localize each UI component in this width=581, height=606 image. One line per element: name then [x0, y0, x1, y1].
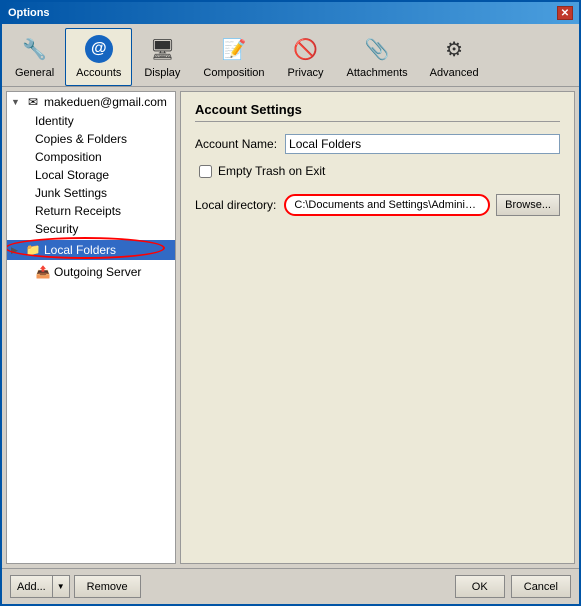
toolbar-composition[interactable]: 📝 Composition	[192, 28, 275, 86]
toolbar-privacy-label: Privacy	[288, 67, 324, 79]
copies-folders-label: Copies & Folders	[35, 132, 127, 146]
attachments-icon: 📎	[361, 33, 393, 65]
outgoing-icon: 📤	[35, 264, 51, 280]
account-name-label: Account Name:	[195, 137, 277, 151]
bottom-bar: Add... ▼ Remove OK Cancel	[2, 568, 579, 604]
sidebar-item-composition[interactable]: Composition	[7, 148, 175, 166]
add-button[interactable]: Add... ▼	[10, 575, 70, 598]
bottom-left-buttons: Add... ▼ Remove	[10, 575, 141, 598]
account-name-input[interactable]	[285, 134, 560, 154]
account-icon: ✉	[25, 94, 41, 110]
cancel-button[interactable]: Cancel	[511, 575, 571, 598]
local-storage-label: Local Storage	[35, 168, 109, 182]
privacy-icon: 🚫	[290, 33, 322, 65]
sidebar-item-junk-settings[interactable]: Junk Settings	[7, 184, 175, 202]
sidebar-item-security[interactable]: Security	[7, 220, 175, 238]
junk-settings-label: Junk Settings	[35, 186, 107, 200]
toolbar-attachments[interactable]: 📎 Attachments	[336, 28, 419, 86]
advanced-icon: ⚙	[438, 33, 470, 65]
expand-icon: ▼	[11, 97, 25, 107]
add-dropdown-arrow[interactable]: ▼	[53, 576, 69, 597]
toolbar-advanced-label: Advanced	[430, 67, 479, 79]
left-panel: ▼ ✉ makeduen@gmail.com Identity Copies &…	[6, 91, 176, 564]
title-bar: Options ✕	[2, 2, 579, 24]
sidebar-item-outgoing-server[interactable]: 📤 Outgoing Server	[7, 262, 175, 282]
local-dir-wrapper: Browse...	[284, 194, 560, 216]
window-title: Options	[8, 7, 50, 19]
add-label[interactable]: Add...	[11, 576, 53, 597]
section-title: Account Settings	[195, 102, 560, 122]
toolbar: 🔧 General @ Accounts 🖥 Display 📝 Composi…	[2, 24, 579, 87]
empty-trash-label: Empty Trash on Exit	[218, 164, 325, 178]
toolbar-accounts[interactable]: @ Accounts	[65, 28, 132, 86]
local-folders-label: Local Folders	[44, 243, 116, 257]
local-directory-label: Local directory:	[195, 198, 276, 212]
security-label: Security	[35, 222, 78, 236]
outgoing-server-label: Outgoing Server	[54, 265, 141, 279]
account-email: makeduen@gmail.com	[44, 95, 167, 109]
toolbar-general[interactable]: 🔧 General	[4, 28, 65, 86]
options-window: Options ✕ 🔧 General @ Accounts 🖥 Display…	[0, 0, 581, 606]
accounts-icon: @	[83, 33, 115, 65]
ok-button[interactable]: OK	[455, 575, 505, 598]
empty-trash-row: Empty Trash on Exit	[195, 164, 560, 178]
toolbar-display-label: Display	[144, 67, 180, 79]
return-receipts-label: Return Receipts	[35, 204, 121, 218]
sidebar-item-return-receipts[interactable]: Return Receipts	[7, 202, 175, 220]
toolbar-accounts-label: Accounts	[76, 67, 121, 79]
browse-button[interactable]: Browse...	[496, 194, 560, 216]
sidebar-item-copies-folders[interactable]: Copies & Folders	[7, 130, 175, 148]
empty-trash-checkbox[interactable]	[199, 165, 212, 178]
display-icon: 🖥	[146, 33, 178, 65]
remove-button[interactable]: Remove	[74, 575, 141, 598]
local-directory-input[interactable]	[284, 194, 490, 216]
tree-account-root[interactable]: ▼ ✉ makeduen@gmail.com	[7, 92, 175, 112]
local-folders-expand: ▶	[11, 245, 25, 256]
account-name-row: Account Name:	[195, 134, 560, 154]
identity-label: Identity	[35, 114, 74, 128]
toolbar-privacy[interactable]: 🚫 Privacy	[276, 28, 336, 86]
toolbar-attachments-label: Attachments	[347, 67, 408, 79]
right-panel: Account Settings Account Name: Empty Tra…	[180, 91, 575, 564]
toolbar-general-label: General	[15, 67, 54, 79]
sidebar-item-local-storage[interactable]: Local Storage	[7, 166, 175, 184]
composition-label: Composition	[35, 150, 102, 164]
toolbar-display[interactable]: 🖥 Display	[132, 28, 192, 86]
toolbar-composition-label: Composition	[203, 67, 264, 79]
general-icon: 🔧	[19, 33, 51, 65]
close-button[interactable]: ✕	[557, 6, 573, 20]
composition-icon: 📝	[218, 33, 250, 65]
sidebar-item-identity[interactable]: Identity	[7, 112, 175, 130]
toolbar-advanced[interactable]: ⚙ Advanced	[419, 28, 490, 86]
sidebar-item-local-folders[interactable]: ▶ 📁 Local Folders	[7, 240, 175, 260]
folder-icon: 📁	[25, 242, 41, 258]
bottom-right-buttons: OK Cancel	[455, 575, 571, 598]
main-area: ▼ ✉ makeduen@gmail.com Identity Copies &…	[2, 87, 579, 568]
local-directory-row: Local directory: Browse...	[195, 194, 560, 216]
